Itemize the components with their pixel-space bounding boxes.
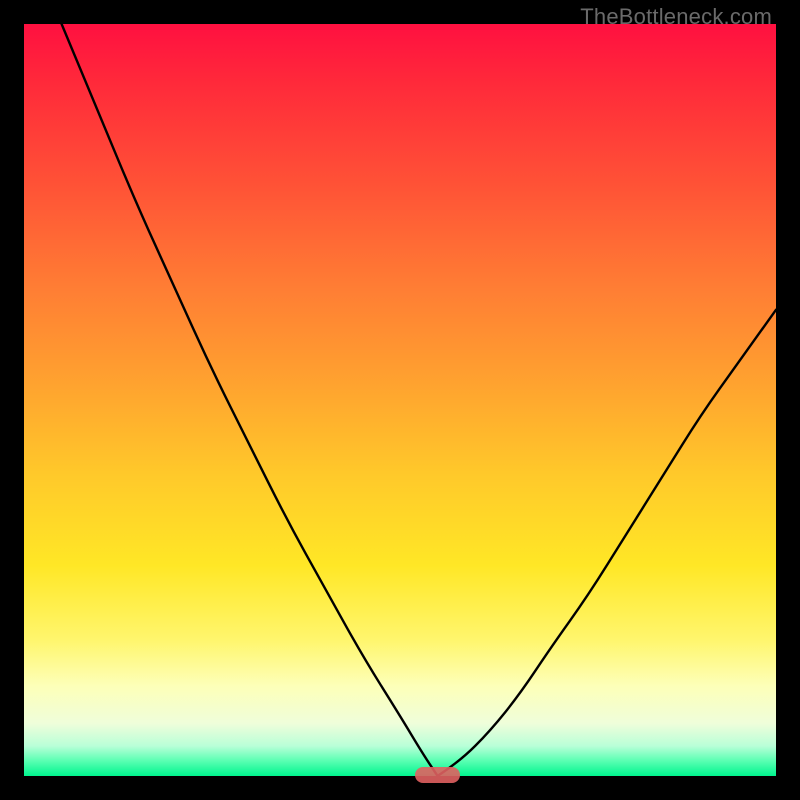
curve-layer [24, 24, 776, 776]
curve-left-branch [62, 24, 438, 776]
optimal-marker [415, 767, 460, 783]
curve-right-branch [438, 310, 776, 776]
watermark-text: TheBottleneck.com [580, 4, 772, 30]
